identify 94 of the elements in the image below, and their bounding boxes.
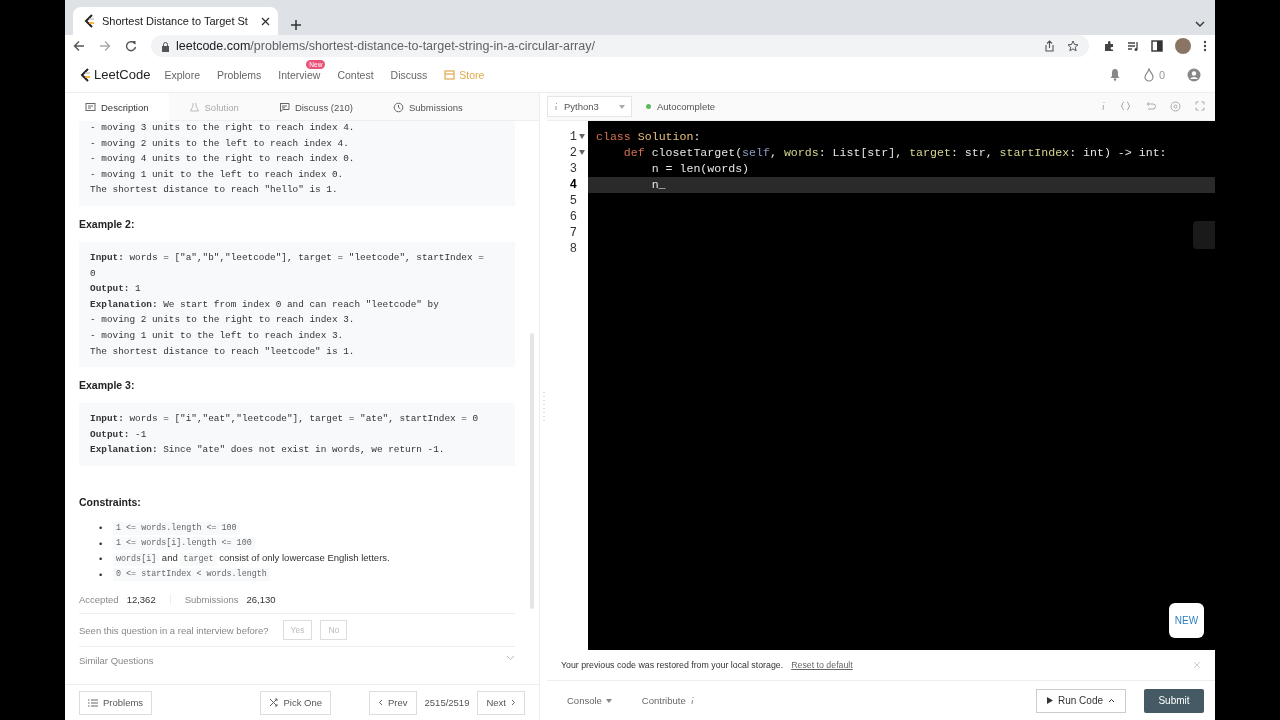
chevron-left-icon (378, 699, 383, 706)
info-icon (689, 696, 694, 705)
store-icon (444, 69, 456, 80)
line-number: 2 (569, 146, 577, 160)
new-tab-icon[interactable] (290, 19, 302, 31)
example-block: - moving 3 units to the right to reach index 4. - moving 2 units to the left to reach index 4. - moving 4 units to the right to reach index 0. - moving 1 unit to the left to reach index 0. The shortest distance to reach "hello" is 1. (79, 121, 515, 206)
notice-text: Your previous code was restored from your local storage. (561, 660, 784, 670)
bullet: • (99, 522, 104, 534)
bullet: • (99, 569, 104, 580)
reset-link[interactable]: Reset to default (791, 660, 853, 670)
line-number: 7 (569, 226, 577, 240)
stat-label: Submissions (184, 594, 239, 606)
document-icon (85, 101, 96, 113)
flask-icon (188, 101, 200, 113)
constraint-item: 1 <= words[i].length <= 100 (113, 536, 255, 551)
leetcode-logo-icon (79, 67, 91, 82)
browser-tab[interactable]: Shortest Distance to Target St (73, 7, 278, 35)
code-line: def closetTarget(self, words: List[str], target: str, startIndex: int) -> int: (622, 145, 1168, 161)
info-icon (554, 102, 558, 111)
share-icon[interactable] (1044, 40, 1055, 52)
side-panel-icon[interactable] (1151, 40, 1163, 52)
tab[interactable]: Discuss (210) (258, 93, 373, 121)
stat-value: 12,362 (126, 594, 156, 606)
autocomplete-label[interactable]: Autocomplete (657, 101, 716, 112)
puzzle-icon[interactable] (1103, 40, 1115, 52)
leetcode-logo-icon (83, 14, 95, 28)
star-icon[interactable] (1067, 40, 1079, 52)
code-line: class Solution: (595, 129, 702, 145)
bullet: • (99, 537, 104, 549)
streak-count: 0 (1158, 68, 1165, 81)
tab[interactable]: Description (65, 93, 169, 121)
user-icon[interactable] (1187, 67, 1201, 82)
section-heading: Example 3: (79, 379, 136, 392)
section-heading: Constraints: (79, 495, 142, 508)
caret-icon (619, 104, 625, 109)
run-code-button[interactable]: Run Code (1035, 688, 1126, 713)
next-button[interactable]: Next (477, 690, 525, 715)
url-text: leetcode.com/problems/shortest-distance-to-target-string-in-a-circular-array/ (176, 39, 595, 53)
tab[interactable]: Submissions (372, 93, 483, 121)
stat-label: Accepted (79, 594, 119, 606)
contribute-button[interactable]: Contribute (635, 694, 700, 707)
close-icon[interactable] (261, 16, 270, 26)
line-number: 3 (569, 162, 577, 176)
play-icon (1046, 697, 1053, 704)
example-block: Input: words = ["a","b","leetcode"], target = "leetcode", startIndex = 0 Output: 1 Explanation: We start from index 0 and can reach "leetcode" by - moving 2 units to the right to reach index 3. - moving 1 unit to the left to reach index 3. The shortest distance to reach "leetcode" is 1. (79, 241, 515, 368)
back-icon[interactable] (73, 40, 85, 52)
nav-link[interactable]: Problems (217, 68, 262, 81)
pick-one-button[interactable]: Pick One (260, 690, 331, 715)
constraint-item: words[i] and target consist of only lowercase English letters. (113, 551, 390, 566)
nav-link[interactable]: Explore (164, 68, 200, 81)
reload-icon[interactable] (125, 40, 137, 52)
stat-value: 26,130 (246, 594, 276, 606)
shuffle-icon (269, 698, 279, 707)
chevron-up-icon (1108, 698, 1115, 703)
bullet: • (99, 553, 104, 565)
bell-icon[interactable] (1108, 68, 1121, 81)
submit-button[interactable]: Submit (1144, 688, 1204, 713)
console-button[interactable]: Console (561, 694, 618, 707)
chat-icon (278, 101, 290, 113)
more-icon[interactable] (1203, 40, 1207, 52)
section-title: Similar Questions (79, 655, 154, 667)
flame-icon (1142, 67, 1155, 82)
line-number: 6 (569, 210, 577, 224)
code-line: n = len(words) (650, 161, 751, 177)
chevron-right-icon (511, 699, 516, 706)
line-number: 4 (569, 178, 577, 192)
nav-link[interactable]: Contest (337, 68, 374, 81)
caret-icon (605, 698, 612, 703)
section-heading: Example 2: (79, 217, 136, 230)
address-bar[interactable]: leetcode.com/problems/shortest-distance-to-target-string-in-a-circular-array/ (151, 35, 1089, 57)
line-number: 5 (569, 194, 577, 208)
example-block: Input: words = ["i","eat","leetcode"], target = "ate", startIndex = 0 Output: -1 Explanation: Since "ate" does not exist in words, we return -1. (79, 403, 515, 466)
constraint-item: 1 <= words.length <= 100 (113, 520, 240, 535)
line-number: 8 (569, 242, 577, 256)
avatar[interactable] (1175, 38, 1191, 54)
new-button[interactable]: NEW (1169, 603, 1204, 638)
problems-button[interactable]: Problems (79, 690, 153, 715)
fold-icon[interactable] (579, 133, 585, 139)
list-icon (88, 698, 98, 707)
lock-icon (161, 40, 170, 52)
caret-icon[interactable] (1195, 21, 1205, 27)
problem-counter: 2515/2519 (424, 697, 470, 708)
prev-button[interactable]: Prev (369, 690, 417, 715)
line-number: 1 (569, 130, 577, 144)
status-dot (646, 104, 651, 109)
nav-link[interactable]: Interview (278, 68, 321, 81)
clock-icon (392, 101, 404, 113)
fold-icon[interactable] (579, 149, 585, 155)
question-text: Seen this question in a real interview before? (79, 624, 269, 636)
logo[interactable]: LeetCode (79, 67, 151, 82)
constraint-item: 0 <= startIndex < words.length (113, 567, 270, 582)
language-dropdown[interactable]: Python3 (547, 96, 632, 117)
playlist-icon[interactable] (1127, 40, 1139, 52)
nav-link[interactable]: Discuss (390, 68, 428, 81)
